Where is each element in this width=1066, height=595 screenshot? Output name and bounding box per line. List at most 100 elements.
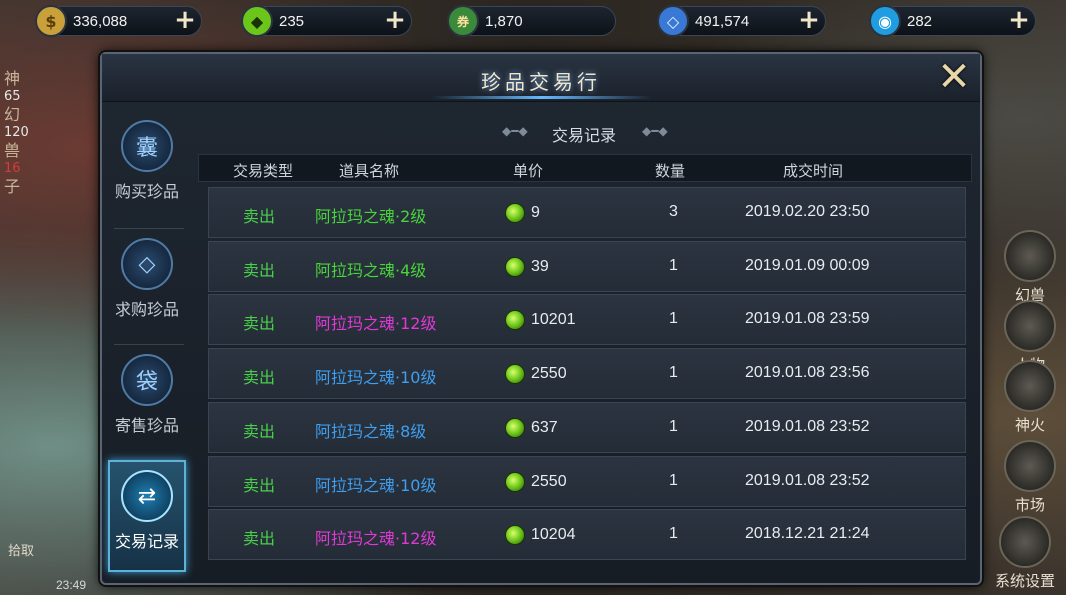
table-row: 卖出 阿拉玛之魂·2级 9 3 2019.02.20 23:50 xyxy=(208,187,966,238)
title-glow-decoration xyxy=(432,96,652,99)
add-currency-button[interactable]: + xyxy=(383,7,407,33)
unit-price: 637 xyxy=(505,417,558,438)
unit-price: 10201 xyxy=(505,310,576,331)
item-name: 阿拉玛之魂·10级 xyxy=(315,368,437,388)
trade-time: 2019.02.20 23:50 xyxy=(745,203,870,220)
currency-value: 1,870 xyxy=(485,12,523,30)
hud-level: 65 xyxy=(4,89,21,104)
menu-fire-label: 神火 xyxy=(1014,416,1045,434)
item-name: 阿拉玛之魂·2级 xyxy=(315,207,427,226)
green-gem-icon xyxy=(505,203,525,223)
price-value: 2550 xyxy=(531,472,567,490)
pickup-button[interactable]: 拾取 xyxy=(8,540,34,559)
price-value: 2550 xyxy=(531,365,567,383)
tab-label: 交易记录 xyxy=(114,532,179,551)
tab-divider xyxy=(114,228,184,229)
trade-type: 卖出 xyxy=(243,314,276,334)
header-item-name: 道具名称 xyxy=(339,162,400,180)
table-row: 卖出 阿拉玛之魂·10级 2550 1 2019.01.08 23:52 xyxy=(208,455,966,507)
beast-icon xyxy=(1004,230,1056,282)
currency-value: 336,088 xyxy=(73,12,128,30)
trade-type: 卖出 xyxy=(243,421,276,441)
add-currency-button[interactable]: + xyxy=(797,7,821,33)
money-bag-icon: 囊 xyxy=(121,120,173,172)
tab-consign-treasure[interactable]: 袋 寄售珍品 xyxy=(108,346,186,458)
hud-number-2: 16 xyxy=(4,161,21,176)
menu-market-label: 市场 xyxy=(1014,496,1045,514)
clock: 23:49 xyxy=(56,578,87,592)
trade-type: 卖出 xyxy=(243,260,276,280)
green-gem-icon xyxy=(505,310,525,331)
tab-label: 求购珍品 xyxy=(114,300,179,319)
quantity: 3 xyxy=(669,203,678,220)
trade-time: 2019.01.08 23:56 xyxy=(745,364,870,382)
tab-buy-treasure[interactable]: 囊 购买珍品 xyxy=(108,112,186,224)
trade-type: 卖出 xyxy=(243,207,276,226)
tab-request-treasure[interactable]: ◇ 求购珍品 xyxy=(108,230,186,342)
currency-value: 491,574 xyxy=(695,12,750,30)
menu-beast[interactable]: 幻兽 xyxy=(1000,230,1060,305)
item-name: 阿拉玛之魂·12级 xyxy=(315,529,437,549)
trade-time: 2019.01.08 23:52 xyxy=(745,417,870,435)
table-row: 卖出 阿拉玛之魂·10级 2550 1 2019.01.08 23:56 xyxy=(208,348,966,400)
trade-panel: 珍品交易行 ✕ 囊 购买珍品 ◇ 求购珍品 袋 寄售珍品 ⇄ 交易记录 ◆━◆ … xyxy=(100,52,982,585)
shuffle-icon: ⇄ xyxy=(121,470,173,522)
trade-time: 2018.12.21 21:24 xyxy=(745,525,870,543)
item-name: 阿拉玛之魂·12级 xyxy=(315,314,437,334)
panel-title: 珍品交易行 xyxy=(481,70,601,94)
unit-price: 10204 xyxy=(505,525,576,546)
trade-type: 卖出 xyxy=(243,529,276,549)
quantity: 1 xyxy=(669,471,678,489)
market-icon xyxy=(1004,440,1056,492)
currency-blue-crystal: ◇ 491,574 + xyxy=(657,5,826,37)
hud-number-1: 120 xyxy=(4,125,29,140)
currency-ticket: 券 1,870 xyxy=(447,5,616,37)
red-ticket-icon: 券 xyxy=(447,5,479,37)
item-name: 阿拉玛之魂·10级 xyxy=(315,475,437,495)
unit-price: 39 xyxy=(505,256,549,277)
fire-icon xyxy=(1004,360,1056,412)
quantity: 1 xyxy=(669,417,678,435)
hud-char-3: 兽 xyxy=(4,141,21,160)
section-title: 交易记录 xyxy=(552,126,617,145)
quantity: 1 xyxy=(669,364,678,382)
green-gem-icon xyxy=(505,417,525,438)
table-header: 交易类型 道具名称 单价 数量 成交时间 xyxy=(198,154,972,182)
close-button[interactable]: ✕ xyxy=(936,57,972,97)
currency-green-gem: ◆ 235 + xyxy=(241,5,412,37)
panel-header: 珍品交易行 ✕ xyxy=(102,54,980,102)
trade-type: 卖出 xyxy=(243,368,276,388)
table-row: 卖出 阿拉玛之魂·12级 10204 1 2018.12.21 21:24 xyxy=(208,509,966,561)
menu-system-settings[interactable]: 系统设置 xyxy=(990,516,1060,591)
hud-char-1: 神 xyxy=(4,69,21,88)
gear-icon xyxy=(999,516,1051,568)
trade-time: 2019.01.08 23:52 xyxy=(745,471,870,489)
header-trade-type: 交易类型 xyxy=(233,162,294,180)
menu-divine-fire[interactable]: 神火 xyxy=(1000,360,1060,435)
hud-char-4: 子 xyxy=(4,177,21,196)
item-name: 阿拉玛之魂·8级 xyxy=(315,421,427,441)
blue-orb-icon: ◉ xyxy=(869,5,901,37)
quantity: 1 xyxy=(669,310,678,328)
blue-crystal-icon: ◇ xyxy=(657,5,689,37)
gold-coin-icon: $ xyxy=(35,5,67,37)
green-gem-icon: ◆ xyxy=(241,5,273,37)
header-unit-price: 单价 xyxy=(513,162,544,180)
green-gem-icon xyxy=(505,256,525,277)
tab-divider xyxy=(114,344,184,345)
quantity: 1 xyxy=(669,525,678,543)
sell-bag-icon: 袋 xyxy=(121,354,173,406)
add-currency-button[interactable]: + xyxy=(173,7,197,33)
item-name: 阿拉玛之魂·4级 xyxy=(315,260,427,280)
currency-bar: $ 336,088 + ◆ 235 + 券 1,870 ◇ 491,574 + … xyxy=(0,0,1066,40)
currency-value: 282 xyxy=(907,12,933,30)
tab-trade-records[interactable]: ⇄ 交易记录 xyxy=(108,460,186,572)
menu-market[interactable]: 市场 xyxy=(1000,440,1060,515)
table-row: 卖出 阿拉玛之魂·8级 637 1 2019.01.08 23:52 xyxy=(208,401,966,453)
section-ornament-left-icon: ◆━◆ xyxy=(502,124,528,138)
currency-gold: $ 336,088 + xyxy=(35,5,202,37)
add-currency-button[interactable]: + xyxy=(1007,7,1031,33)
price-value: 39 xyxy=(531,257,549,275)
header-quantity: 数量 xyxy=(655,162,686,180)
diamond-hand-icon: ◇ xyxy=(121,238,173,290)
